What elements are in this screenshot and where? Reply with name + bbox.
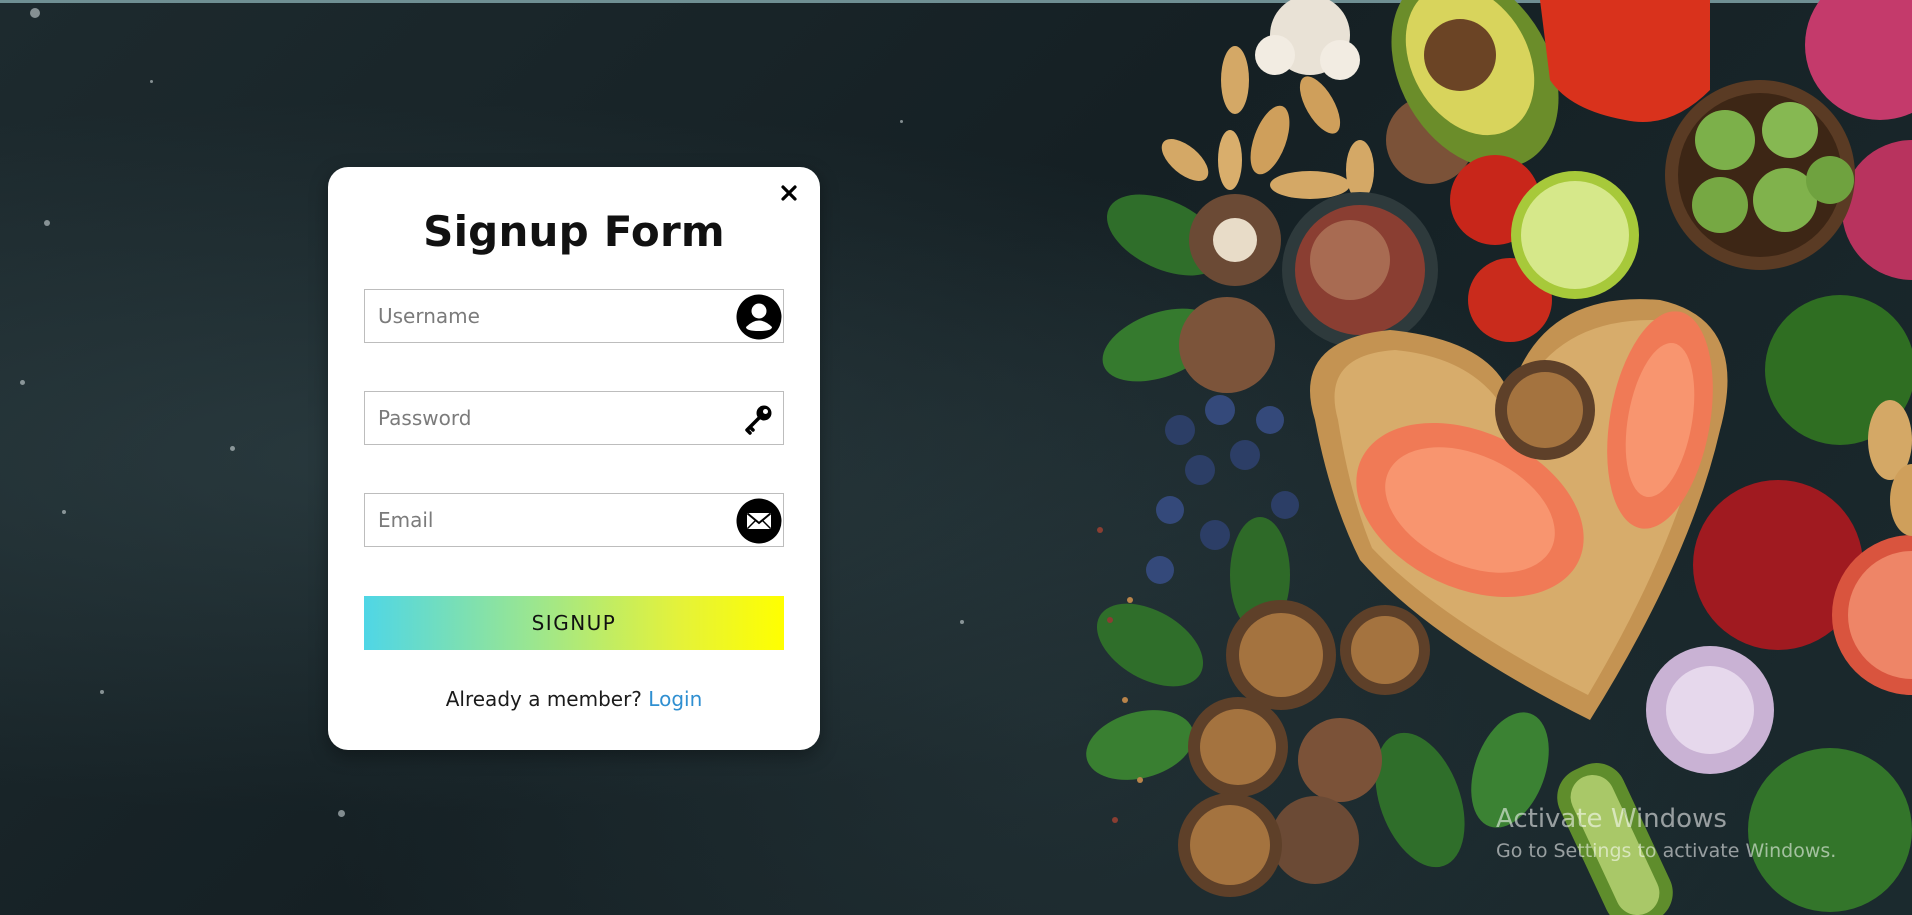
email-field (364, 493, 784, 547)
member-prompt: Already a member? Login (328, 687, 820, 711)
envelope-icon (736, 498, 782, 544)
password-input[interactable] (365, 392, 725, 444)
username-field (364, 289, 784, 343)
member-text: Already a member? (445, 687, 642, 711)
password-field (364, 391, 784, 445)
key-icon (736, 396, 782, 442)
activate-windows-watermark: Activate Windows Go to Settings to activ… (1496, 804, 1836, 862)
watermark-title: Activate Windows (1496, 804, 1727, 834)
form-title: Signup Form (423, 207, 725, 256)
close-button[interactable] (775, 181, 803, 209)
username-input[interactable] (365, 290, 725, 342)
food-image (1070, 0, 1912, 915)
watermark-subtitle: Go to Settings to activate Windows. (1496, 840, 1837, 862)
signup-button[interactable]: SIGNUP (364, 596, 784, 650)
signup-card: Signup Form Username Email SIGNUP Alread… (328, 167, 820, 750)
close-icon (780, 184, 798, 206)
login-link[interactable]: Login (648, 687, 702, 711)
email-input[interactable] (365, 494, 725, 546)
user-icon (736, 294, 782, 340)
